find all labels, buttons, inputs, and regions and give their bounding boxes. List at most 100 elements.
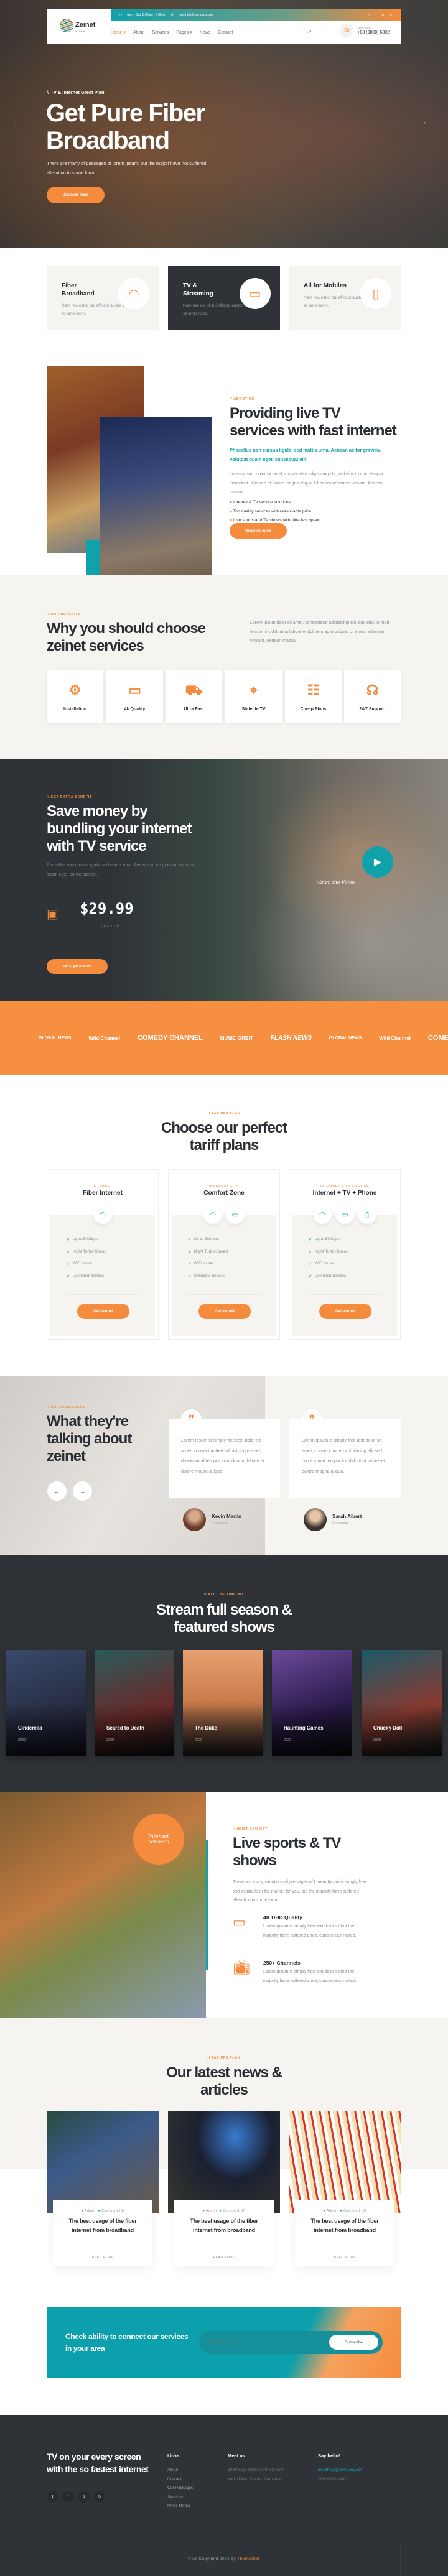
channel-logo: COMEDY CHANNEL	[427, 1034, 448, 1042]
about-discover-button[interactable]: Discover more	[230, 523, 287, 539]
hero-text: There are many of passages of lorem ipsu…	[47, 160, 207, 175]
reviewer-role: Customer	[332, 1522, 349, 1526]
headset-icon: ☊	[366, 682, 379, 698]
mobile-icon: ▯	[360, 278, 391, 309]
pinterest-icon[interactable]: p	[382, 13, 384, 17]
footer-social: t f p ◎	[47, 2491, 105, 2503]
twitter-icon[interactable]: t	[369, 13, 370, 17]
benefit-ultra-fast[interactable]: ⛟ Ultra Fast	[166, 670, 222, 723]
channel-logo: GLOBAL NEWS	[39, 1035, 72, 1040]
news-card[interactable]: ● Admin ● Comment (0) The best usage of t…	[289, 2111, 401, 2266]
twitter-icon[interactable]: t	[47, 2491, 58, 2503]
feature-card[interactable]: TV & Streaming Nam nec est id dui efficit…	[168, 266, 280, 330]
show-card[interactable]: The Duke 2020	[183, 1650, 263, 1756]
hero-title: Get Pure Fiber Broadband	[46, 100, 205, 154]
discover-more-button[interactable]: Discover more	[47, 187, 105, 203]
search-icon[interactable]: ⌕	[308, 27, 312, 35]
read-more-link[interactable]: READ MORE	[53, 2256, 152, 2259]
clock-icon: ◷	[119, 12, 123, 17]
pinterest-icon[interactable]: p	[78, 2491, 90, 2503]
news-title-link[interactable]: The best usage of the fiber internet fro…	[185, 2217, 263, 2235]
read-more-link[interactable]: READ MORE	[174, 2256, 274, 2259]
nav-about[interactable]: About	[133, 30, 144, 35]
check-icon: ●	[230, 518, 233, 522]
news-card[interactable]: ● Admin ● Comment (0) The best usage of t…	[168, 2111, 280, 2266]
show-card[interactable]: Chucky Doll 2020	[362, 1650, 442, 1756]
next-slide-arrow-icon[interactable]: →	[421, 119, 427, 126]
feature-card[interactable]: Fiber Broadband Nam nec est id dui effici…	[47, 266, 159, 330]
bundle-title: Save money by bundling your internet wit…	[47, 803, 192, 855]
news-title-link[interactable]: The best usage of the fiber internet fro…	[64, 2217, 141, 2235]
instagram-icon[interactable]: ◎	[93, 2491, 105, 2503]
footer-link-services[interactable]: Services	[167, 2493, 193, 2503]
news-card[interactable]: ● Admin ● Comment (0) The best usage of t…	[47, 2111, 159, 2266]
facebook-icon[interactable]: f	[62, 2491, 74, 2503]
read-more-link[interactable]: READ MORE	[295, 2256, 394, 2259]
footer-link-contact[interactable]: Contact	[167, 2475, 193, 2485]
nav-pages[interactable]: Pages ▾	[176, 30, 192, 35]
nav-news[interactable]: News	[200, 30, 211, 35]
nav-contact[interactable]: Contact	[218, 30, 233, 35]
plan-card: Internet + TV + Phone Internet + TV + Pho…	[289, 1169, 401, 1340]
benefit-cheap-plans[interactable]: ☷ Cheap Plans	[285, 670, 342, 723]
prev-arrow-button[interactable]: ←	[47, 1481, 67, 1501]
benefits-text: Lorem ipsum dolor sit amet, consectetur …	[250, 621, 390, 643]
play-video-button[interactable]: ▶	[362, 846, 393, 878]
footer-link-about[interactable]: About	[167, 2466, 193, 2475]
4k-tv-icon: ▭	[233, 1914, 246, 1930]
benefit-installation[interactable]: ⚙ Installation	[47, 670, 103, 723]
footer-tagline: TV on your every screen with the so fast…	[47, 2452, 149, 2474]
footer-email[interactable]: needhelp@company.com	[318, 2466, 363, 2475]
nav-home[interactable]: Home ▾	[111, 30, 126, 35]
news-image	[168, 2111, 280, 2213]
quote-icon: ❞	[302, 1409, 322, 1430]
comment-icon: ●	[98, 2209, 101, 2213]
show-card[interactable]: Cinderella 2020	[6, 1650, 86, 1756]
footer: TV on your every screen with the so fast…	[0, 2415, 448, 2576]
benefit-satellite-tv[interactable]: ⌖ Statelite TV	[225, 670, 282, 723]
footer-phone[interactable]: +88 (9800) 6802	[318, 2475, 348, 2485]
show-card[interactable]: Scared to Death 2020	[95, 1650, 174, 1756]
play-icon: ▶	[373, 857, 382, 868]
news-title-link[interactable]: The best usage of the fiber internet fro…	[306, 2217, 383, 2235]
price-period: /month	[101, 925, 121, 929]
monitor-icon: ▭	[226, 1205, 245, 1224]
get-started-button[interactable]: Let's get started	[47, 959, 108, 974]
logo[interactable]: Zeinet tv & internet	[60, 19, 95, 32]
user-icon: ●	[81, 2209, 84, 2213]
plan-get-started-button[interactable]: Get started	[319, 1304, 371, 1319]
footer-link-press[interactable]: Press Media	[167, 2502, 193, 2511]
feature-card[interactable]: All for Mobiles Nam nec est id dui effici…	[289, 266, 401, 330]
hero-section: Zeinet tv & internet ◷ Mon - Sat: 8:00am -…	[0, 0, 448, 248]
channel-logo: COMEDY CHANNEL	[137, 1034, 203, 1042]
check-icon: ●	[230, 500, 233, 504]
address-input[interactable]	[208, 2337, 320, 2348]
instagram-icon[interactable]: ◎	[390, 13, 392, 17]
header-email[interactable]: needhelp@company.com	[179, 13, 213, 17]
wifi-icon: ◠	[118, 278, 149, 309]
comment-icon: ●	[340, 2209, 343, 2213]
channel-logo: Wild Channel	[88, 1035, 120, 1041]
benefit-support[interactable]: ☊ 24/7 Support	[344, 670, 401, 723]
address-form: Subscribe	[199, 2331, 383, 2354]
next-arrow-button[interactable]: →	[73, 1481, 92, 1501]
tariffs-section: // Tariffs plan Choose our perfect tarif…	[0, 1075, 448, 1376]
plan-get-started-button[interactable]: Get started	[198, 1304, 251, 1319]
footer-link-packages[interactable]: Our Packages	[167, 2484, 193, 2493]
brand-link[interactable]: Themesflat	[237, 2557, 259, 2561]
facebook-icon[interactable]: f	[375, 13, 376, 17]
prev-slide-arrow-icon[interactable]: ←	[14, 119, 20, 126]
watch-video-label[interactable]: Watch the Video	[316, 879, 355, 885]
nav-services[interactable]: Services	[152, 30, 169, 35]
plan-card: Internet Fiber Internet ◠ ✓ Up to 50Mbps ✓ N…	[47, 1169, 159, 1340]
headset-icon: ☊	[340, 24, 354, 37]
plan-get-started-button[interactable]: Get started	[77, 1304, 129, 1319]
reviewer-role: Customer	[212, 1522, 228, 1526]
bundle-tag: // Get extra benefit	[47, 795, 92, 799]
subscribe-button[interactable]: Subscribe	[329, 2335, 378, 2350]
mobile-icon: ▯	[358, 1205, 376, 1224]
truck-icon: ⛟	[185, 682, 203, 698]
show-card[interactable]: Haunting Games 2020	[272, 1650, 352, 1756]
help-line[interactable]: ☊ Help line +88 (9800) 6802	[340, 24, 390, 37]
benefit-4k-quality[interactable]: ▭ 4k Quality	[106, 670, 163, 723]
